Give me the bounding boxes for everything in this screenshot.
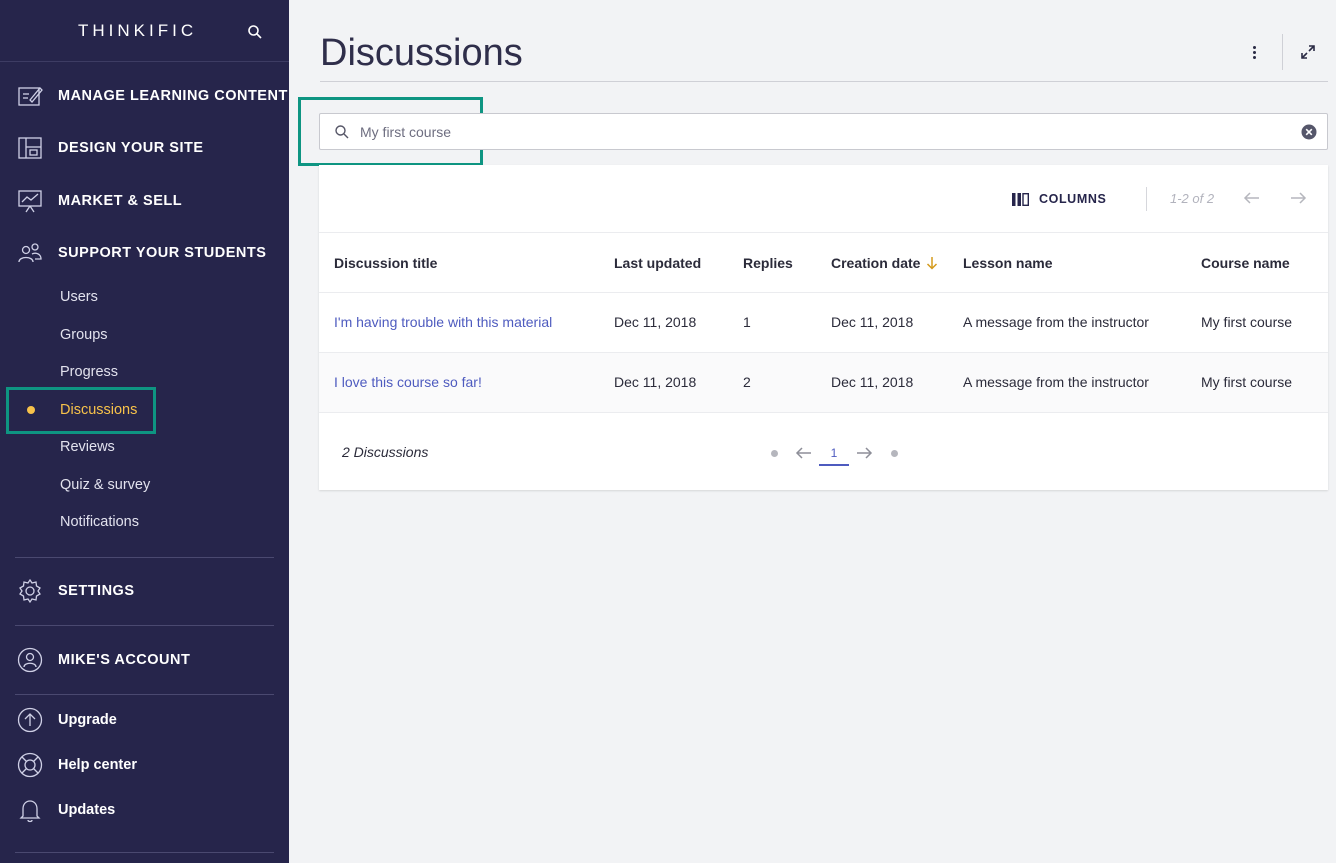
column-header-creation-date[interactable]: Creation date <box>831 255 938 271</box>
lesson-name-cell: A message from the instructor <box>963 374 1149 390</box>
sidebar-item-notifications[interactable]: Notifications <box>60 514 139 530</box>
sidebar-item-users[interactable]: Users <box>60 289 98 305</box>
brand-logo[interactable]: THINKIFIC <box>78 21 197 41</box>
layout-icon <box>18 137 42 159</box>
header-divider <box>1282 34 1283 70</box>
active-indicator-dot <box>27 406 35 414</box>
title-divider <box>320 81 1328 82</box>
people-icon <box>18 243 42 263</box>
course-name-cell: My first course <box>1201 374 1293 390</box>
nav-label: SETTINGS <box>58 583 135 599</box>
nav-label: Help center <box>58 757 137 773</box>
sidebar-divider <box>15 694 274 695</box>
columns-button[interactable]: COLUMNS <box>1012 190 1106 208</box>
sidebar-item-progress[interactable]: Progress <box>60 364 118 380</box>
column-header-last-updated[interactable]: Last updated <box>614 255 701 271</box>
discussion-title-link[interactable]: I'm having trouble with this material <box>334 314 552 330</box>
column-header-label: Creation date <box>831 255 921 271</box>
page-title: Discussions <box>320 32 523 74</box>
presentation-chart-icon <box>18 190 42 213</box>
toolbar-divider <box>1146 187 1147 211</box>
more-options-button[interactable] <box>1244 40 1264 64</box>
creation-date-cell: Dec 11, 2018 <box>831 314 914 330</box>
result-range: 1-2 of 2 <box>1170 191 1215 206</box>
clear-icon[interactable] <box>1301 124 1317 140</box>
bell-icon <box>19 800 41 823</box>
last-updated-cell: Dec 11, 2018 <box>614 374 697 390</box>
sidebar-item-groups[interactable]: Groups <box>60 327 108 343</box>
nav-updates[interactable]: Updates <box>0 792 289 828</box>
prev-page-arrow-icon[interactable] <box>1243 189 1261 207</box>
column-header-lesson-name[interactable]: Lesson name <box>963 255 1052 271</box>
lifebuoy-icon <box>17 752 43 778</box>
nav-label: MARKET & SELL <box>58 193 183 209</box>
nav-label: MIKE'S ACCOUNT <box>58 652 191 668</box>
discussion-count: 2 Discussions <box>342 444 429 460</box>
search-input[interactable] <box>360 114 1280 149</box>
nav-market-and-sell[interactable]: MARKET & SELL <box>0 181 289 221</box>
table-header: Discussion title Last updated Replies Cr… <box>319 233 1328 293</box>
nav-upgrade[interactable]: Upgrade <box>0 702 289 738</box>
sidebar-divider <box>15 557 274 558</box>
lesson-name-cell: A message from the instructor <box>963 314 1149 330</box>
expand-icon[interactable] <box>1299 43 1317 61</box>
column-header-discussion-title[interactable]: Discussion title <box>334 255 437 271</box>
nav-settings[interactable]: SETTINGS <box>0 571 289 611</box>
columns-icon <box>1012 192 1029 206</box>
sidebar-item-discussions[interactable]: Discussions <box>60 402 137 418</box>
arrow-up-circle-icon <box>17 707 43 733</box>
table-row: I love this course so far! Dec 11, 2018 … <box>319 353 1328 413</box>
creation-date-cell: Dec 11, 2018 <box>831 374 914 390</box>
nav-label: MANAGE LEARNING CONTENT <box>58 88 288 104</box>
nav-support-your-students[interactable]: SUPPORT YOUR STUDENTS <box>0 233 289 273</box>
brand-bar: THINKIFIC <box>0 0 289 62</box>
gear-icon <box>19 578 41 604</box>
discussion-title-link[interactable]: I love this course so far! <box>334 374 482 390</box>
last-updated-cell: Dec 11, 2018 <box>614 314 697 330</box>
sidebar-item-quiz-survey[interactable]: Quiz & survey <box>60 477 150 493</box>
table-row: I'm having trouble with this material De… <box>319 293 1328 353</box>
replies-cell: 2 <box>743 374 751 390</box>
current-page-number[interactable]: 1 <box>819 444 849 466</box>
table-toolbar: COLUMNS 1-2 of 2 <box>319 165 1328 233</box>
nav-label: SUPPORT YOUR STUDENTS <box>58 245 267 261</box>
column-header-course-name[interactable]: Course name <box>1201 255 1290 271</box>
course-name-cell: My first course <box>1201 314 1293 330</box>
nav-label: DESIGN YOUR SITE <box>58 140 204 156</box>
nav-manage-learning-content[interactable]: MANAGE LEARNING CONTENT <box>0 76 289 116</box>
user-circle-icon <box>17 647 43 673</box>
nav-label: Updates <box>58 802 116 818</box>
nav-label: Upgrade <box>58 712 117 728</box>
next-page-arrow-icon[interactable] <box>1289 189 1307 207</box>
first-page-button[interactable] <box>771 450 778 457</box>
sort-descending-arrow-icon <box>927 257 938 270</box>
sidebar: THINKIFIC MANAGE LEARNING CONTENT DESIGN… <box>0 0 289 863</box>
nav-design-your-site[interactable]: DESIGN YOUR SITE <box>0 128 289 168</box>
nav-help-center[interactable]: Help center <box>0 747 289 783</box>
search-icon[interactable] <box>247 24 263 40</box>
last-page-button[interactable] <box>891 450 898 457</box>
pencil-square-icon <box>18 87 43 106</box>
search-icon <box>335 125 349 139</box>
sidebar-divider <box>15 625 274 626</box>
columns-label: COLUMNS <box>1039 192 1107 206</box>
sidebar-divider <box>15 852 274 853</box>
next-page-arrow-icon[interactable] <box>855 444 873 462</box>
replies-cell: 1 <box>743 314 751 330</box>
column-header-replies[interactable]: Replies <box>743 255 793 271</box>
search-bar <box>319 113 1328 150</box>
nav-account[interactable]: MIKE'S ACCOUNT <box>0 640 289 680</box>
sidebar-item-reviews[interactable]: Reviews <box>60 439 115 455</box>
discussions-table-card: COLUMNS 1-2 of 2 Discussion title Last u… <box>319 165 1328 490</box>
prev-page-arrow-icon[interactable] <box>795 444 813 462</box>
